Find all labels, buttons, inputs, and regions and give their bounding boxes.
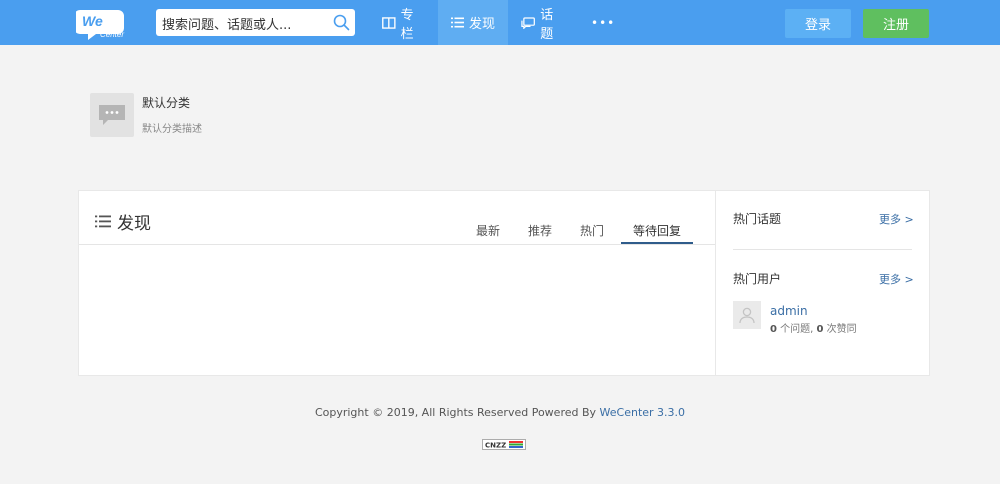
login-button[interactable]: 登录 <box>785 9 851 38</box>
tab-hot[interactable]: 热门 <box>580 222 604 239</box>
copyright-text: Copyright © 2019, All Rights Reserved Po… <box>314 406 600 419</box>
list-icon <box>450 17 464 28</box>
user-stats: 0 个问题, 0 次赞同 <box>770 320 857 335</box>
page-title: 发现 <box>95 209 151 234</box>
book-icon <box>382 16 396 29</box>
tab-latest[interactable]: 最新 <box>476 222 500 239</box>
search-input[interactable]: 搜索问题、话题或人... <box>162 14 291 33</box>
hot-users-more-link[interactable]: 更多 > <box>879 271 914 287</box>
avatar[interactable] <box>733 301 761 329</box>
discover-column: 发现 最新 推荐 热门 等待回复 <box>79 191 716 375</box>
cnzz-text: CNZZ <box>485 442 506 450</box>
search-icon[interactable] <box>333 14 350 31</box>
chat-icon <box>521 16 535 29</box>
search-box[interactable]: 搜索问题、话题或人... <box>156 9 355 36</box>
list-icon <box>95 215 111 228</box>
wecenter-link[interactable]: WeCenter 3.3.0 <box>600 406 686 419</box>
hot-topics-title: 热门话题 <box>733 212 782 226</box>
user-icon <box>739 307 755 324</box>
more-menu-icon[interactable]: ••• <box>591 0 617 45</box>
register-button[interactable]: 注册 <box>863 9 929 38</box>
content-panel: 发现 最新 推荐 热门 等待回复 热门话题 更多 > 热门用户 更多 > adm… <box>78 190 930 376</box>
page-title-label: 发现 <box>117 214 151 234</box>
top-navbar: We Center 搜索问题、话题或人... 专栏 发现 话题 ••• 登录 注… <box>0 0 1000 45</box>
category-title: 默认分类 <box>142 96 191 110</box>
tab-recommend[interactable]: 推荐 <box>528 222 552 239</box>
nav-discover[interactable]: 发现 <box>438 0 508 45</box>
user-name-link[interactable]: admin <box>770 304 808 318</box>
logo-we-text: We <box>82 13 103 29</box>
nav-topic[interactable]: 话题 <box>521 0 565 45</box>
wecenter-logo[interactable]: We Center <box>74 6 132 42</box>
hot-users-title: 热门用户 <box>733 272 782 286</box>
sidebar-divider <box>733 249 912 250</box>
discover-header: 发现 最新 推荐 热门 等待回复 <box>79 191 715 245</box>
logo-center-text: Center <box>100 30 124 39</box>
category-icon <box>90 93 134 137</box>
category-description: 默认分类描述 <box>142 124 202 135</box>
sidebar: 热门话题 更多 > 热门用户 更多 > admin 0 个问题, 0 次赞同 <box>716 191 929 375</box>
nav-topic-label: 话题 <box>540 7 554 42</box>
questions-suffix: 个问题, <box>776 324 817 335</box>
hot-topics-more-link[interactable]: 更多 > <box>879 211 914 227</box>
questions-count: 0 <box>770 324 777 335</box>
cnzz-stats-badge[interactable]: CNZZ <box>482 435 526 450</box>
likes-suffix: 次赞同 <box>823 324 857 335</box>
nav-column[interactable]: 专栏 <box>382 0 426 45</box>
nav-discover-label: 发现 <box>468 17 495 32</box>
tab-waiting-reply[interactable]: 等待回复 <box>633 222 681 239</box>
footer: Copyright © 2019, All Rights Reserved Po… <box>0 406 1000 419</box>
nav-column-label: 专栏 <box>400 7 414 42</box>
active-tab-indicator <box>621 242 693 244</box>
